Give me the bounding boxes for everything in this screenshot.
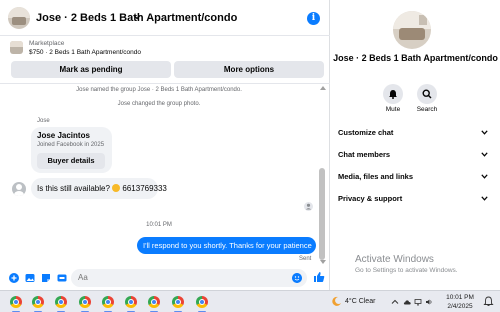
- chat-header: Jose · 2 Beds 1 Bath Apartment/condo i: [0, 0, 330, 36]
- buyer-joined: Joined Facebook in 2025: [37, 142, 105, 148]
- section-label: Chat members: [338, 150, 391, 159]
- chrome-icon[interactable]: [196, 296, 208, 308]
- notification-icon[interactable]: [483, 296, 494, 307]
- outgoing-message: I'll respond to you shortly. Thanks for …: [137, 237, 316, 254]
- phone-number[interactable]: 6613769333: [122, 184, 167, 193]
- system-message: Jose changed the group photo.: [117, 101, 201, 107]
- customize-chat-section[interactable]: Customize chat: [338, 126, 488, 140]
- activate-windows-subtitle: Go to Settings to activate Windows.: [355, 267, 458, 274]
- section-label: Customize chat: [338, 128, 394, 137]
- clock-time[interactable]: 10:01 PM: [445, 294, 475, 301]
- volume-icon[interactable]: [425, 298, 433, 306]
- info-title: Jose · 2 Beds 1 Bath Apartment/condo: [333, 53, 498, 63]
- gif-icon[interactable]: [57, 273, 67, 283]
- info-icon[interactable]: i: [307, 12, 320, 25]
- system-message: Jose named the group Jose · 2 Beds 1 Bat…: [76, 87, 242, 93]
- chevron-down-icon: [481, 174, 488, 179]
- smile-emoji-icon: [112, 184, 121, 192]
- group-photo[interactable]: [393, 11, 431, 49]
- chrome-icon[interactable]: [148, 296, 160, 308]
- sender-name: Jose: [37, 118, 50, 124]
- screen: Jose · 2 Beds 1 Bath Apartment/condo i M…: [0, 0, 500, 312]
- chevron-down-icon: [481, 130, 488, 135]
- cloud-icon[interactable]: [403, 298, 411, 306]
- chrome-icon[interactable]: [32, 296, 44, 308]
- group-avatar[interactable]: [8, 7, 30, 29]
- message-input[interactable]: [71, 269, 307, 287]
- scroll-thumb[interactable]: [319, 168, 325, 260]
- plus-icon[interactable]: [9, 273, 19, 283]
- chat-pane: Jose · 2 Beds 1 Bath Apartment/condo i M…: [0, 0, 330, 290]
- like-icon[interactable]: [313, 271, 325, 283]
- sticker-icon[interactable]: [41, 273, 51, 283]
- chevron-down-icon: [481, 152, 488, 157]
- search-button[interactable]: Search: [407, 84, 447, 113]
- conversation-info-pane: Jose · 2 Beds 1 Bath Apartment/condo Mut…: [331, 0, 500, 290]
- search-label: Search: [416, 106, 438, 113]
- network-icon[interactable]: [414, 298, 422, 306]
- bell-icon: [389, 90, 397, 99]
- chrome-icon[interactable]: [10, 296, 22, 308]
- incoming-message: Is this still available? 6613769333: [31, 178, 167, 199]
- message-list: Jose named the group Jose · 2 Beds 1 Bat…: [0, 84, 318, 266]
- activate-windows-title: Activate Windows: [355, 254, 434, 265]
- message-timestamp: 10:01 PM: [146, 222, 172, 228]
- listing-title[interactable]: $750 · 2 Beds 1 Bath Apartment/condo: [29, 49, 141, 56]
- composer: [0, 266, 330, 290]
- marketplace-bar: Marketplace $750 · 2 Beds 1 Bath Apartme…: [0, 36, 330, 84]
- chrome-icon[interactable]: [55, 296, 67, 308]
- chevron-down-icon[interactable]: [132, 12, 142, 22]
- sent-status: Sent: [299, 256, 312, 262]
- weather-text[interactable]: 4°C Clear: [345, 298, 375, 305]
- listing-thumbnail[interactable]: [10, 41, 23, 54]
- incoming-text: Is this still available?: [37, 184, 110, 193]
- weather-moon-icon[interactable]: [331, 296, 342, 307]
- privacy-support-section[interactable]: Privacy & support: [338, 192, 488, 206]
- chrome-icon[interactable]: [79, 296, 91, 308]
- chrome-icon[interactable]: [125, 296, 137, 308]
- scroll-up-arrow[interactable]: [320, 86, 326, 90]
- image-icon[interactable]: [25, 273, 35, 283]
- chevron-up-icon[interactable]: [391, 298, 399, 306]
- section-label: Privacy & support: [338, 194, 403, 203]
- buyer-card: Jose Jacintos Joined Facebook in 2025 Bu…: [31, 127, 112, 173]
- chrome-icon[interactable]: [172, 296, 184, 308]
- buyer-name: Jose Jacintos: [37, 131, 90, 140]
- chat-members-section[interactable]: Chat members: [338, 148, 488, 162]
- media-files-links-section[interactable]: Media, files and links: [338, 170, 488, 184]
- seen-avatar-icon: [304, 202, 313, 211]
- mark-as-pending-button[interactable]: Mark as pending: [11, 61, 171, 78]
- emoji-icon[interactable]: [292, 273, 302, 283]
- scroll-down-arrow[interactable]: [320, 260, 326, 264]
- chevron-down-icon: [481, 196, 488, 201]
- taskbar: 4°C Clear 10:01 PM 2/4/2025: [0, 290, 500, 312]
- avatar[interactable]: [12, 182, 26, 196]
- section-label: Media, files and links: [338, 172, 414, 181]
- marketplace-label: Marketplace: [29, 40, 65, 47]
- scrollbar[interactable]: [318, 84, 326, 266]
- more-options-button[interactable]: More options: [174, 61, 324, 78]
- clock-date[interactable]: 2/4/2025: [445, 303, 475, 310]
- search-icon: [422, 89, 432, 99]
- buyer-details-button[interactable]: Buyer details: [37, 153, 105, 169]
- chrome-icon[interactable]: [102, 296, 114, 308]
